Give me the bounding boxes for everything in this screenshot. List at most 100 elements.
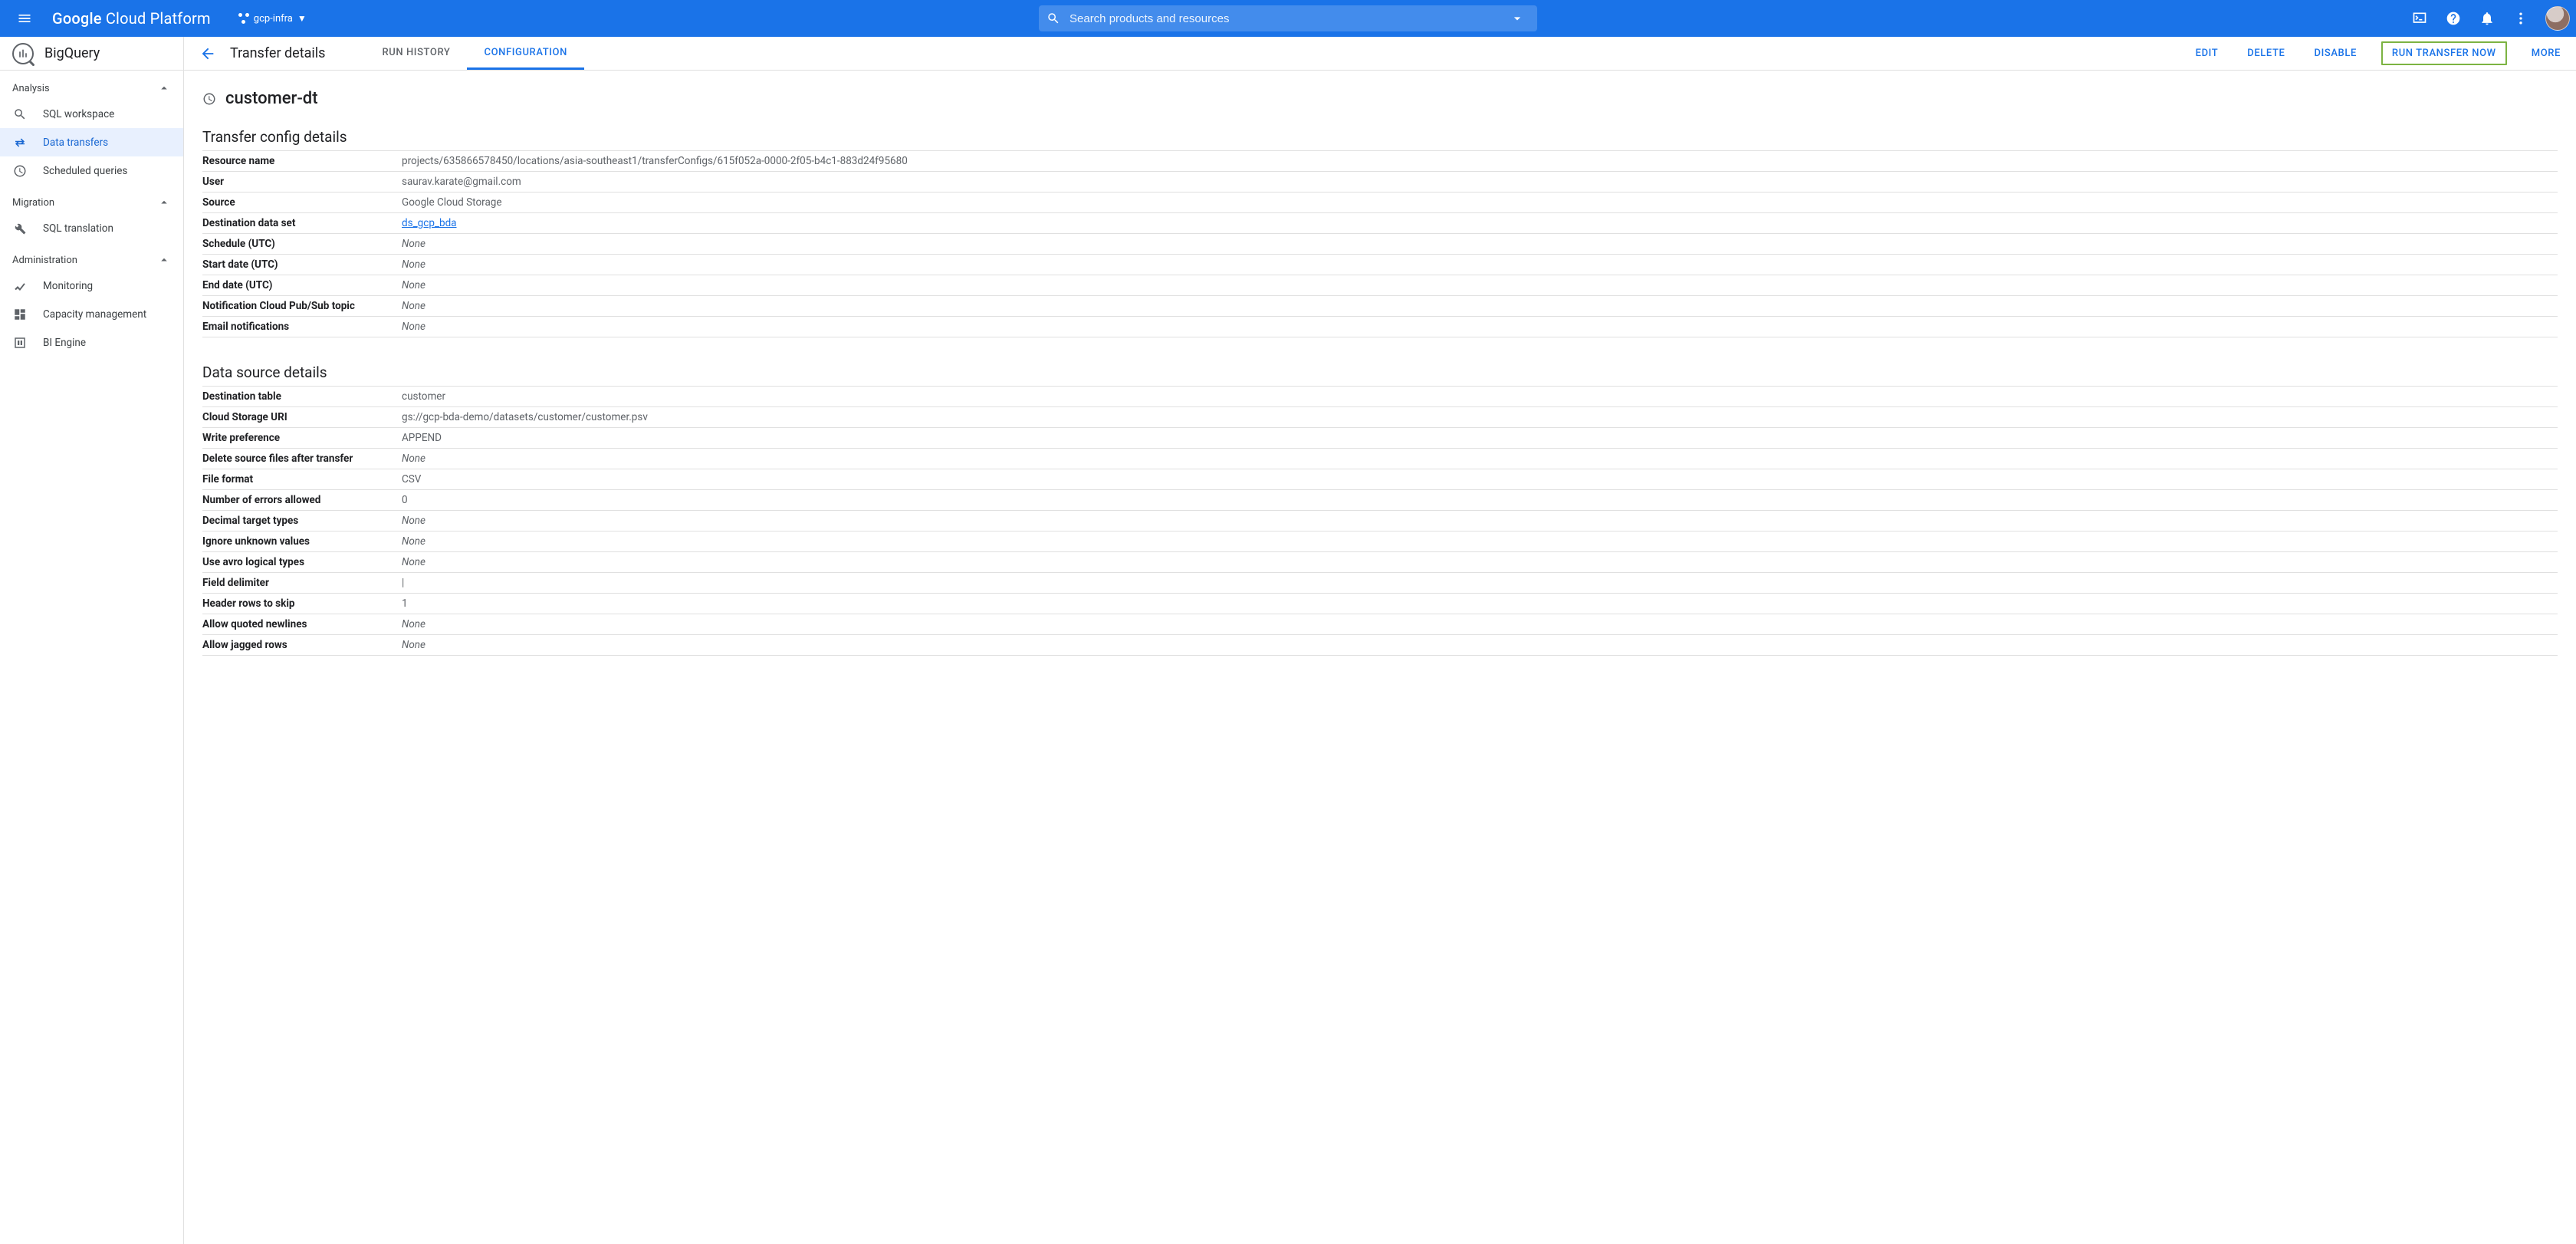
more-vert-icon (2513, 11, 2528, 26)
datasource-row: Number of errors allowed0 (202, 490, 2558, 511)
sidebar-item-label: SQL workspace (43, 108, 114, 120)
transfer-icon (12, 136, 28, 150)
dropdown-caret-icon: ▼ (297, 13, 307, 24)
config-key: Source (202, 193, 402, 213)
config-row: Schedule (UTC)None (202, 234, 2558, 255)
project-name: gcp-infra (254, 13, 293, 25)
datasource-value: None (402, 614, 2558, 635)
tab-run-history[interactable]: RUN HISTORY (365, 37, 467, 70)
cloud-shell-button[interactable] (2404, 3, 2435, 34)
config-value: projects/635866578450/locations/asia-sou… (402, 151, 2558, 172)
scheduled-icon (202, 92, 216, 106)
search-input[interactable] (1070, 12, 1496, 25)
tabs: RUN HISTORY CONFIGURATION (365, 37, 584, 70)
datasource-value: | (402, 573, 2558, 594)
config-value: ds_gcp_bda (402, 213, 2558, 234)
search-icon (12, 107, 28, 121)
nav-menu-button[interactable] (6, 11, 43, 26)
datasource-row: Header rows to skip1 (202, 594, 2558, 614)
page-title: Transfer details (230, 45, 325, 61)
nav-group-migration[interactable]: Migration (0, 185, 183, 214)
datasource-row: Cloud Storage URIgs://gcp-bda-demo/datas… (202, 407, 2558, 428)
sidebar-item-data-transfers[interactable]: Data transfers (0, 128, 183, 156)
config-value: Google Cloud Storage (402, 193, 2558, 213)
clock-icon (12, 164, 28, 178)
bell-icon (2479, 11, 2495, 26)
datasource-value: None (402, 511, 2558, 531)
run-transfer-now-button[interactable]: RUN TRANSFER NOW (2381, 41, 2507, 65)
disable-button[interactable]: DISABLE (2309, 43, 2361, 64)
config-value: None (402, 255, 2558, 275)
datasource-value: customer (402, 387, 2558, 407)
chevron-up-icon (157, 81, 171, 95)
tab-configuration[interactable]: CONFIGURATION (467, 37, 583, 70)
datasource-row: Allow jagged rowsNone (202, 635, 2558, 656)
datasource-value: None (402, 552, 2558, 573)
bi-engine-icon (12, 336, 28, 350)
config-value: None (402, 275, 2558, 296)
config-key: Notification Cloud Pub/Sub topic (202, 296, 402, 317)
sidebar-item-sql-workspace[interactable]: SQL workspace (0, 100, 183, 128)
project-picker[interactable]: gcp-infra ▼ (232, 10, 313, 28)
sidebar-item-label: Capacity management (43, 308, 146, 321)
config-key: Resource name (202, 151, 402, 172)
config-value: None (402, 317, 2558, 337)
main: Transfer details RUN HISTORY CONFIGURATI… (184, 37, 2576, 1244)
product-name: BigQuery (44, 45, 100, 61)
config-row: Email notificationsNone (202, 317, 2558, 337)
help-button[interactable] (2438, 3, 2469, 34)
datasource-row: Field delimiter| (202, 573, 2558, 594)
datasource-key: Ignore unknown values (202, 531, 402, 552)
config-key: Schedule (UTC) (202, 234, 402, 255)
platform-title: Google Cloud Platform (52, 9, 211, 28)
nav-group-label: Migration (12, 197, 54, 209)
search-box[interactable] (1039, 5, 1537, 31)
arrow-back-icon (199, 45, 216, 62)
edit-button[interactable]: EDIT (2191, 43, 2223, 64)
transfer-config-table: Resource nameprojects/635866578450/locat… (202, 150, 2558, 337)
datasource-row: Destination tablecustomer (202, 387, 2558, 407)
sidebar: BigQuery Analysis SQL workspace Data tra… (0, 37, 184, 1244)
config-key: End date (UTC) (202, 275, 402, 296)
back-button[interactable] (195, 41, 221, 67)
datasource-key: Write preference (202, 428, 402, 449)
datasource-value: 1 (402, 594, 2558, 614)
more-button[interactable]: MORE (2527, 43, 2565, 64)
dataset-link[interactable]: ds_gcp_bda (402, 217, 457, 229)
more-menu-button[interactable] (2505, 3, 2536, 34)
datasource-key: Number of errors allowed (202, 490, 402, 511)
account-avatar[interactable] (2545, 6, 2570, 31)
nav-group-label: Analysis (12, 83, 50, 94)
config-key: Start date (UTC) (202, 255, 402, 275)
sidebar-item-capacity-management[interactable]: Capacity management (0, 300, 183, 328)
sidebar-item-bi-engine[interactable]: BI Engine (0, 328, 183, 357)
config-row: Resource nameprojects/635866578450/locat… (202, 151, 2558, 172)
config-row: Usersaurav.karate@gmail.com (202, 172, 2558, 193)
sidebar-item-label: Scheduled queries (43, 165, 127, 177)
notifications-button[interactable] (2472, 3, 2502, 34)
sidebar-item-monitoring[interactable]: Monitoring (0, 272, 183, 300)
search-dropdown-button[interactable] (1505, 11, 1530, 26)
nav-group-analysis[interactable]: Analysis (0, 71, 183, 100)
sidebar-item-label: Data transfers (43, 137, 108, 149)
datasource-row: Use avro logical typesNone (202, 552, 2558, 573)
datasource-value: None (402, 635, 2558, 656)
help-icon (2446, 11, 2461, 26)
dashboard-icon (12, 308, 28, 321)
datasource-value: gs://gcp-bda-demo/datasets/customer/cust… (402, 407, 2558, 428)
delete-button[interactable]: DELETE (2242, 43, 2289, 64)
product-header[interactable]: BigQuery (0, 37, 183, 71)
sidebar-item-label: Monitoring (43, 280, 93, 292)
config-key: User (202, 172, 402, 193)
datasource-key: Allow quoted newlines (202, 614, 402, 635)
sidebar-item-scheduled-queries[interactable]: Scheduled queries (0, 156, 183, 185)
content: customer-dt Transfer config details Reso… (184, 71, 2576, 1244)
action-bar: Transfer details RUN HISTORY CONFIGURATI… (184, 37, 2576, 71)
datasource-value: CSV (402, 469, 2558, 490)
bigquery-logo-icon (12, 43, 34, 64)
nav-group-administration[interactable]: Administration (0, 242, 183, 272)
datasource-key: Destination table (202, 387, 402, 407)
sidebar-item-sql-translation[interactable]: SQL translation (0, 214, 183, 242)
config-row: SourceGoogle Cloud Storage (202, 193, 2558, 213)
resource-name: customer-dt (225, 89, 318, 108)
